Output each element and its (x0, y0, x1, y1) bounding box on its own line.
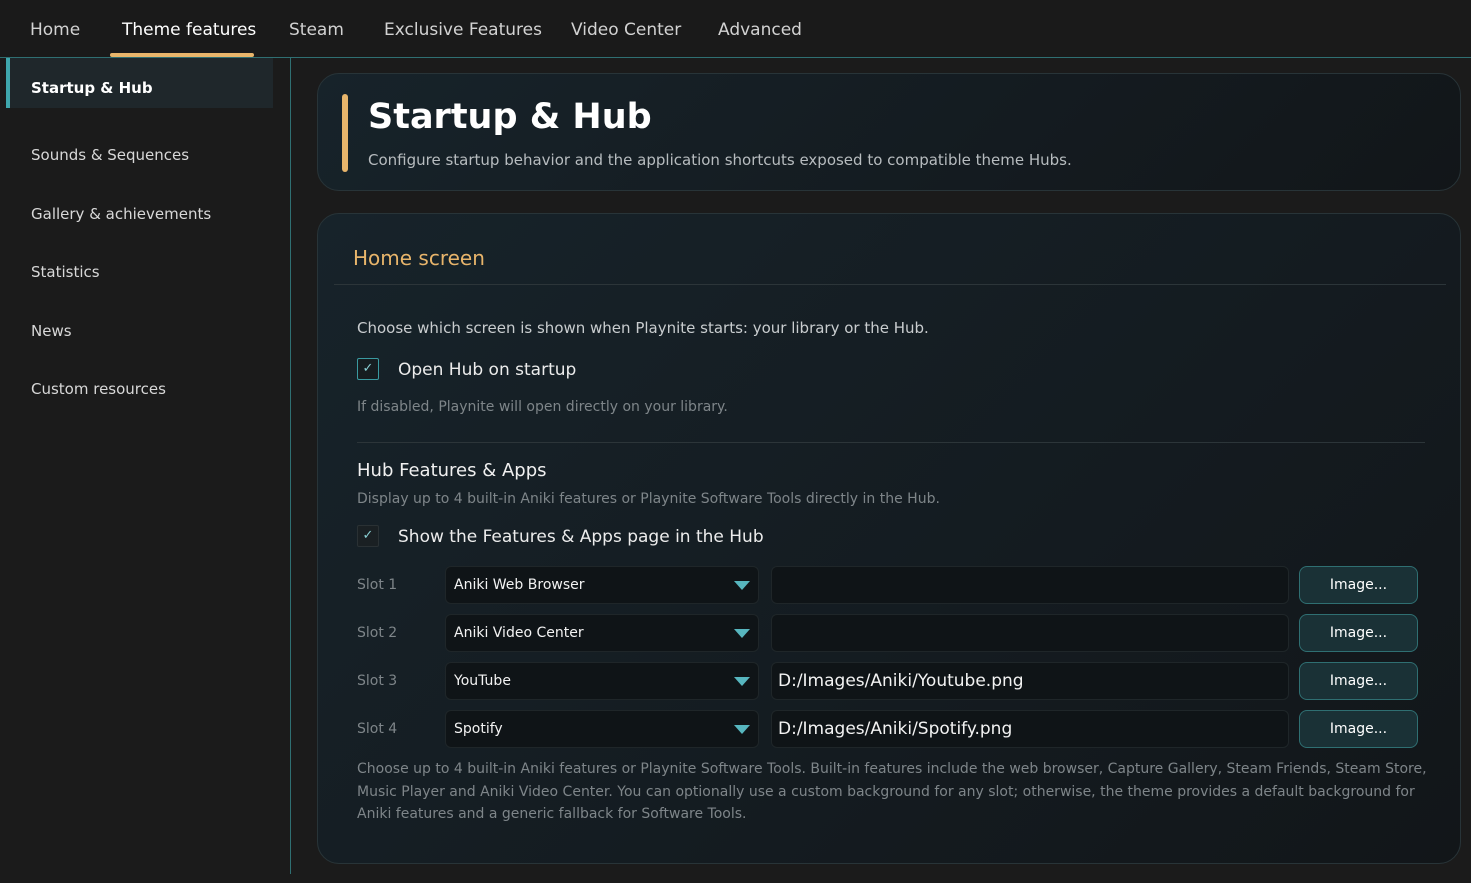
chevron-down-icon (734, 581, 750, 590)
sidebar-item-sounds-sequences[interactable]: Sounds & Sequences (6, 124, 273, 174)
tab-video-center[interactable]: Video Center (571, 20, 681, 40)
tab-home[interactable]: Home (30, 20, 80, 40)
slot-2-select[interactable]: Aniki Video Center (445, 614, 759, 652)
sidebar: Startup & Hub Sounds & Sequences Gallery… (0, 58, 291, 874)
open-hub-label[interactable]: Open Hub on startup (398, 360, 576, 380)
section-title: Home screen (353, 246, 485, 270)
slot-4-selected-value: Spotify (454, 721, 503, 737)
slot-4-image-path-input[interactable] (771, 710, 1289, 748)
sidebar-item-gallery-achievements[interactable]: Gallery & achievements (6, 183, 273, 233)
show-features-page-label[interactable]: Show the Features & Apps page in the Hub (398, 527, 764, 547)
slot-label: Slot 4 (357, 721, 398, 737)
tab-steam[interactable]: Steam (289, 20, 344, 40)
page-subtitle: Configure startup behavior and the appli… (368, 151, 1072, 169)
slot-1-image-button[interactable]: Image... (1299, 566, 1418, 604)
open-hub-checkbox[interactable]: ✓ (357, 358, 379, 380)
section-divider (334, 284, 1446, 285)
slot-4-select[interactable]: Spotify (445, 710, 759, 748)
hub-features-note: Choose up to 4 built-in Aniki features o… (357, 761, 1427, 822)
chevron-down-icon (734, 629, 750, 638)
chevron-down-icon (734, 677, 750, 686)
chevron-down-icon (734, 725, 750, 734)
active-tab-indicator (110, 53, 254, 57)
tab-exclusive-features[interactable]: Exclusive Features (384, 20, 542, 40)
sidebar-item-statistics[interactable]: Statistics (6, 241, 273, 291)
home-screen-card: Home screen Choose which screen is shown… (317, 213, 1461, 864)
slot-1-selected-value: Aniki Web Browser (454, 577, 585, 593)
sidebar-item-news[interactable]: News (6, 300, 273, 350)
slot-3-image-button[interactable]: Image... (1299, 662, 1418, 700)
show-features-page-checkbox[interactable]: ✓ (357, 525, 379, 547)
slot-2-selected-value: Aniki Video Center (454, 625, 584, 641)
sidebar-item-custom-resources[interactable]: Custom resources (6, 358, 273, 408)
top-nav: Home Theme features Steam Exclusive Feat… (0, 0, 1471, 58)
page-header-card: Startup & Hub Configure startup behavior… (317, 73, 1461, 191)
tab-advanced[interactable]: Advanced (718, 20, 802, 40)
open-hub-hint: If disabled, Playnite will open directly… (357, 399, 728, 415)
slot-3-image-path-input[interactable] (771, 662, 1289, 700)
slot-3-select[interactable]: YouTube (445, 662, 759, 700)
slot-4-image-button[interactable]: Image... (1299, 710, 1418, 748)
slot-label: Slot 2 (357, 625, 398, 641)
sidebar-item-startup-hub[interactable]: Startup & Hub (6, 58, 273, 108)
page-title: Startup & Hub (368, 97, 652, 137)
accent-bar (342, 94, 348, 172)
slot-1-image-path-input[interactable] (771, 566, 1289, 604)
slot-2-image-button[interactable]: Image... (1299, 614, 1418, 652)
home-screen-description: Choose which screen is shown when Playni… (357, 319, 929, 337)
tab-theme-features[interactable]: Theme features (122, 20, 256, 40)
hub-features-description: Display up to 4 built-in Aniki features … (357, 491, 940, 507)
hub-features-title: Hub Features & Apps (357, 460, 547, 481)
slot-label: Slot 3 (357, 673, 398, 689)
slot-3-selected-value: YouTube (454, 673, 511, 689)
slot-2-image-path-input[interactable] (771, 614, 1289, 652)
slot-1-select[interactable]: Aniki Web Browser (445, 566, 759, 604)
subsection-divider (357, 442, 1425, 443)
slot-label: Slot 1 (357, 577, 398, 593)
